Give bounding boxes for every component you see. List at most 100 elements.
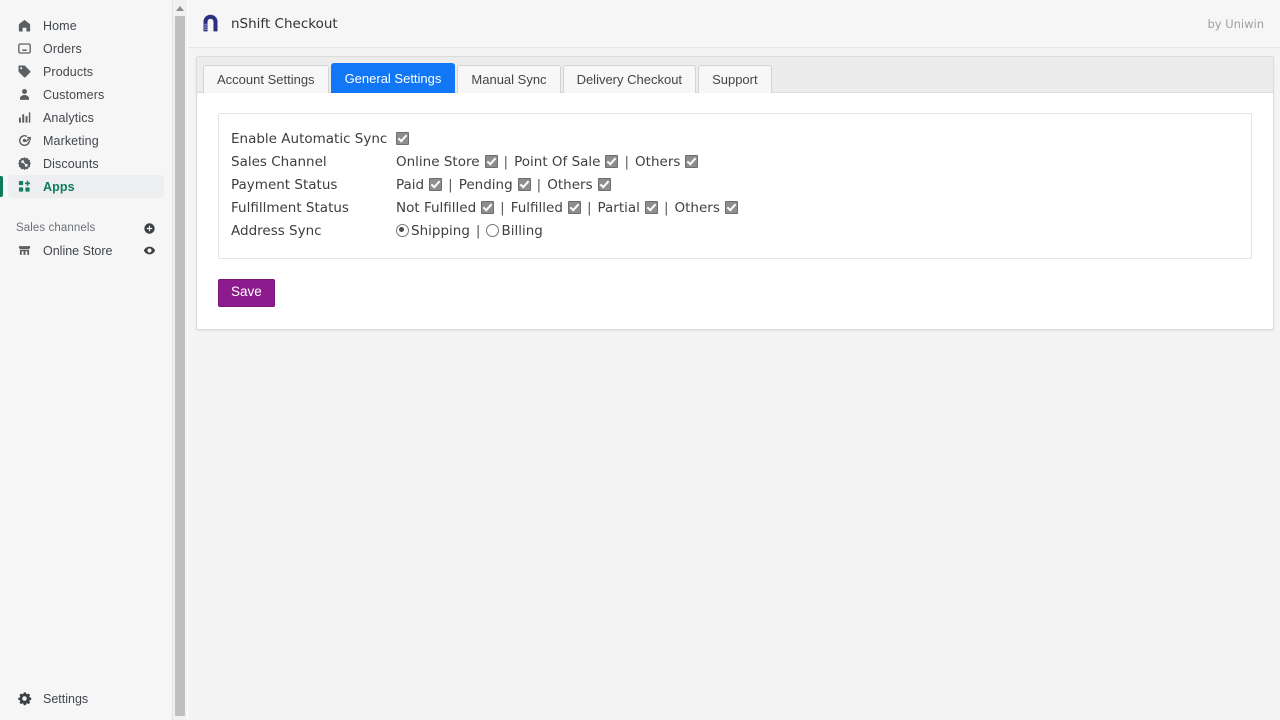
sidebar-item-label: Customers — [43, 88, 104, 102]
option-separator: | — [476, 223, 481, 239]
option-shipping: Shipping — [396, 223, 470, 239]
sidebar-item-label: Products — [43, 65, 93, 79]
gear-icon — [16, 690, 33, 707]
home-icon — [16, 17, 33, 34]
sales-channels-header: Sales channels — [0, 217, 172, 239]
option-label: Others — [547, 177, 592, 193]
option-not-fulfilled: Not Fulfilled — [396, 200, 494, 216]
checkbox-pending[interactable] — [518, 178, 531, 191]
checkbox-online-store[interactable] — [485, 155, 498, 168]
field-label: Payment Status — [231, 177, 396, 193]
field-row-payment-status: Payment Status Paid | Pending — [231, 173, 1235, 196]
embedded-app-header: nShift Checkout by Uniwin — [188, 0, 1280, 48]
save-button[interactable]: Save — [218, 279, 275, 307]
checkbox-enable-automatic-sync[interactable] — [396, 132, 409, 145]
nshift-logo-icon — [200, 13, 221, 34]
checkbox-point-of-sale[interactable] — [605, 155, 618, 168]
sidebar-item-products[interactable]: Products — [8, 60, 164, 83]
checkbox-not-fulfilled[interactable] — [481, 201, 494, 214]
sidebar-scrollbar[interactable] — [172, 0, 187, 720]
products-icon — [16, 63, 33, 80]
scrollbar-thumb[interactable] — [175, 16, 185, 716]
tab-general-settings[interactable]: General Settings — [331, 63, 456, 93]
tab-bar: Account Settings General Settings Manual… — [197, 57, 1273, 93]
sidebar-item-label: Orders — [43, 42, 82, 56]
option-separator: | — [587, 200, 592, 216]
tab-account-settings[interactable]: Account Settings — [203, 65, 329, 93]
tab-label: General Settings — [345, 71, 442, 86]
sidebar-item-marketing[interactable]: Marketing — [8, 129, 164, 152]
analytics-icon — [16, 109, 33, 126]
option-payment-status-others: Others — [547, 177, 610, 193]
radio-billing[interactable] — [486, 224, 499, 237]
tab-panel-general-settings: Enable Automatic Sync Sales Channel Onli… — [197, 93, 1273, 329]
tab-label: Manual Sync — [471, 72, 546, 87]
field-label: Enable Automatic Sync — [231, 131, 396, 147]
sidebar-item-orders[interactable]: Orders — [8, 37, 164, 60]
sidebar-item-analytics[interactable]: Analytics — [8, 106, 164, 129]
sidebar-item-settings[interactable]: Settings — [8, 687, 164, 710]
option-separator: | — [537, 177, 542, 193]
option-partial: Partial — [598, 200, 658, 216]
option-sales-channel-others: Others — [635, 154, 698, 170]
sidebar-item-label: Analytics — [43, 111, 94, 125]
sidebar-item-online-store[interactable]: Online Store — [8, 239, 164, 262]
main-content: nShift Checkout by Uniwin Account Settin… — [188, 0, 1280, 720]
field-value: Not Fulfilled | Fulfilled | — [396, 200, 738, 216]
sales-channels-heading: Sales channels — [16, 222, 95, 234]
field-label: Address Sync — [231, 223, 396, 239]
sidebar-nav-list: Home Orders Products Customers — [0, 0, 172, 198]
field-row-enable-automatic-sync: Enable Automatic Sync — [231, 127, 1235, 150]
option-separator: | — [624, 154, 629, 170]
option-online-store: Online Store — [396, 154, 498, 170]
form-actions: Save — [218, 279, 1252, 307]
checkbox-paid[interactable] — [429, 178, 442, 191]
chevron-up-icon — [176, 6, 184, 11]
sidebar-item-label: Settings — [43, 692, 88, 706]
option-label: Not Fulfilled — [396, 200, 476, 216]
field-row-sales-channel: Sales Channel Online Store | Point Of Sa… — [231, 150, 1235, 173]
sidebar-item-customers[interactable]: Customers — [8, 83, 164, 106]
option-label: Paid — [396, 177, 424, 193]
checkbox-fulfilled[interactable] — [568, 201, 581, 214]
sidebar-item-label: Apps — [43, 180, 75, 194]
tab-manual-sync[interactable]: Manual Sync — [457, 65, 560, 93]
radio-shipping[interactable] — [396, 224, 409, 237]
sidebar-item-apps[interactable]: Apps — [8, 175, 164, 198]
field-row-fulfillment-status: Fulfillment Status Not Fulfilled | Fulfi… — [231, 196, 1235, 219]
option-label: Shipping — [411, 223, 470, 239]
option-label: Online Store — [396, 154, 480, 170]
field-label: Sales Channel — [231, 154, 396, 170]
page-background: Account Settings General Settings Manual… — [188, 48, 1280, 720]
checkbox-partial[interactable] — [645, 201, 658, 214]
app-byline: by Uniwin — [1207, 17, 1264, 31]
field-value: Online Store | Point Of Sale | — [396, 154, 698, 170]
option-fulfillment-status-others: Others — [675, 200, 738, 216]
sidebar: Home Orders Products Customers — [0, 0, 172, 720]
option-label: Partial — [598, 200, 640, 216]
field-value: Paid | Pending | Others — [396, 177, 611, 193]
checkbox-sales-channel-others[interactable] — [685, 155, 698, 168]
marketing-icon — [16, 132, 33, 149]
checkbox-payment-status-others[interactable] — [598, 178, 611, 191]
add-channel-icon[interactable] — [142, 221, 156, 235]
field-value — [396, 132, 409, 145]
tab-support[interactable]: Support — [698, 65, 772, 93]
option-billing: Billing — [486, 223, 542, 239]
option-separator: | — [504, 154, 509, 170]
tab-label: Support — [712, 72, 758, 87]
option-fulfilled: Fulfilled — [511, 200, 581, 216]
field-row-address-sync: Address Sync Shipping | Billing — [231, 219, 1235, 242]
tab-label: Account Settings — [217, 72, 315, 87]
option-separator: | — [448, 177, 453, 193]
sidebar-item-discounts[interactable]: Discounts — [8, 152, 164, 175]
view-icon[interactable] — [142, 244, 156, 258]
discounts-icon — [16, 155, 33, 172]
sidebar-item-home[interactable]: Home — [8, 14, 164, 37]
option-separator: | — [500, 200, 505, 216]
checkbox-fulfillment-status-others[interactable] — [725, 201, 738, 214]
tab-delivery-checkout[interactable]: Delivery Checkout — [563, 65, 697, 93]
apps-icon — [16, 178, 33, 195]
option-label: Others — [675, 200, 720, 216]
scroll-up-button[interactable] — [173, 0, 187, 16]
